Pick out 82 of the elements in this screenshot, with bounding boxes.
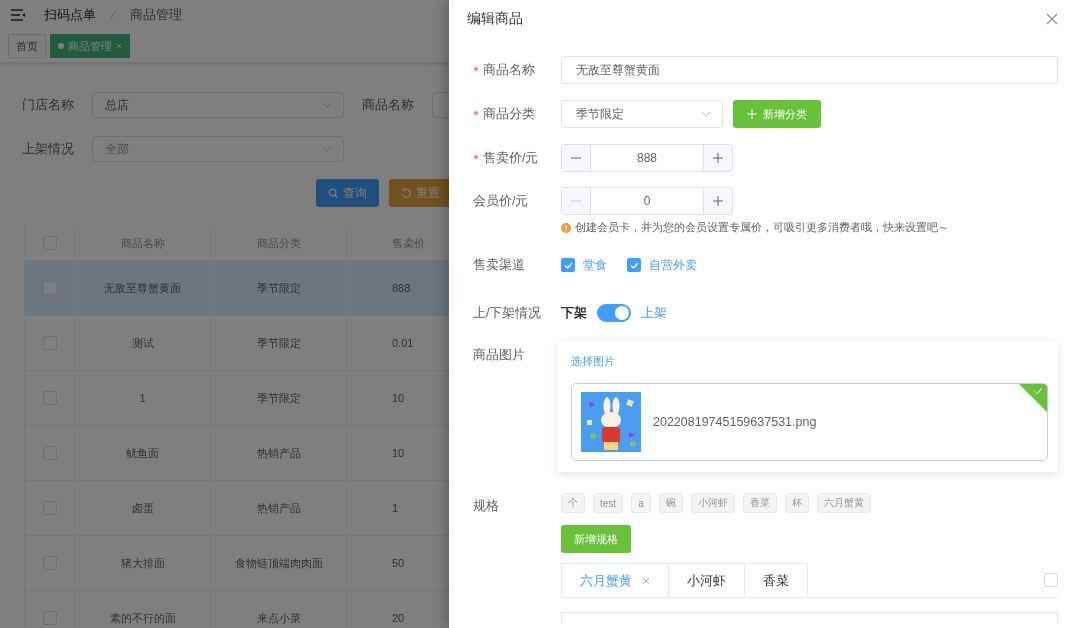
switch-label: 下架 [561,304,587,322]
spec-tag[interactable]: 碗 [658,493,683,513]
spec-tab[interactable]: 香菜 [745,563,808,597]
table-cell: 季节限定 [211,371,347,425]
spec-tab[interactable]: 六月蟹黄 [561,563,669,597]
decrement-button[interactable] [562,145,591,171]
table-cell: 卤蛋 [75,481,211,535]
field-label: 商品分类 [483,107,535,121]
table-cell: 1 [75,371,211,425]
table-cell: 鱿鱼面 [75,426,211,480]
spec-tab[interactable]: 小河虾 [669,563,745,597]
search-button[interactable]: 查询 [316,179,379,207]
page-tab[interactable]: 首页 [8,34,46,58]
increment-button[interactable] [703,188,732,214]
field-label: 商品图片 [473,348,525,362]
select-field[interactable]: 季节限定 [561,100,723,128]
choose-image-link[interactable]: 选择图片 [571,355,615,369]
menu-icon[interactable] [10,8,26,22]
drawer-title: 编辑商品 [467,10,523,28]
field-label: 售卖价/元 [483,151,539,165]
plus-icon [747,109,757,119]
table-cell: 食物链顶端肉肉面 [211,536,347,590]
page-tab[interactable]: 商品管理 [50,34,130,58]
checkbox[interactable] [561,258,575,272]
input-field[interactable] [561,612,1058,623]
field-label: 门店名称 [22,96,75,114]
add-spec-button[interactable]: 新增规格 [561,525,631,553]
increment-button[interactable] [703,145,732,171]
caret-icon [700,110,712,118]
table-cell: 来点小菜 [211,591,347,628]
input-field[interactable]: 无敌至尊蟹黄面 [561,56,1058,84]
number-input[interactable]: 888 [561,144,733,172]
plus-icon [713,196,723,206]
number-input[interactable]: 0 [561,187,733,215]
field-label: 商品名称 [362,96,415,114]
minus-icon [571,157,581,159]
spec-tag[interactable]: test [593,493,624,513]
table-cell: 测试 [75,316,211,370]
table-cell: 季节限定 [211,316,347,370]
checkbox-label: 自营外卖 [649,256,697,274]
warning-icon [561,223,571,233]
caret-icon [321,145,333,153]
refresh-icon [401,188,411,198]
field-label: 商品名称 [483,63,535,77]
close-icon [642,576,650,585]
hint-text: 创建会员卡，并为您的会员设置专属价，可吸引更多消费者哦，快来设置吧～ [575,221,949,235]
close-icon [116,43,122,49]
checkbox[interactable] [627,258,641,272]
field-label: 上/下架情况 [473,306,542,320]
field-label: 规格 [473,499,499,513]
caret-icon [321,101,333,109]
spec-tag[interactable]: 六月蟹黄 [816,493,871,513]
breadcrumb-separator-icon [110,10,116,20]
close-icon[interactable] [1046,13,1058,25]
table-cell: 热销产品 [211,481,347,535]
table-cell: 热销产品 [211,426,347,480]
table-cell: 季节限定 [211,261,347,315]
file-item[interactable]: 20220819745159637531.png [571,383,1048,461]
file-name: 20220819745159637531.png [653,415,817,429]
field-label: 会员价/元 [473,194,529,208]
checkbox-label: 堂食 [583,256,607,274]
table-cell: 素的不行的面 [75,591,211,628]
toggle-switch[interactable] [597,304,631,322]
breadcrumb-item[interactable]: 商品管理 [130,6,182,24]
spec-tag[interactable]: 小河虾 [690,493,735,513]
search-icon [328,188,338,198]
spec-tag[interactable]: a [631,493,651,513]
spec-tag[interactable]: 个 [561,493,585,513]
tab-add-button[interactable] [1044,573,1058,587]
table-row[interactable]: 无敌至尊蟹黄面 季节限定 888 [25,261,449,316]
add-category-button[interactable]: 新增分类 [733,100,821,128]
spec-tag[interactable]: 香菜 [742,493,777,513]
field-label: 上架情况 [22,140,75,158]
select-field[interactable]: 总店 [92,92,344,118]
spec-tag[interactable]: 杯 [784,493,809,513]
breadcrumb-item[interactable]: 扫码点单 [44,6,96,24]
switch-label: 上架 [641,304,667,322]
plus-icon [713,153,723,163]
table-cell: 无敌至尊蟹黄面 [75,261,211,315]
table-cell: 猪大排面 [75,536,211,590]
reset-button[interactable]: 重置 [389,179,449,207]
field-label: 售卖渠道 [473,258,525,272]
